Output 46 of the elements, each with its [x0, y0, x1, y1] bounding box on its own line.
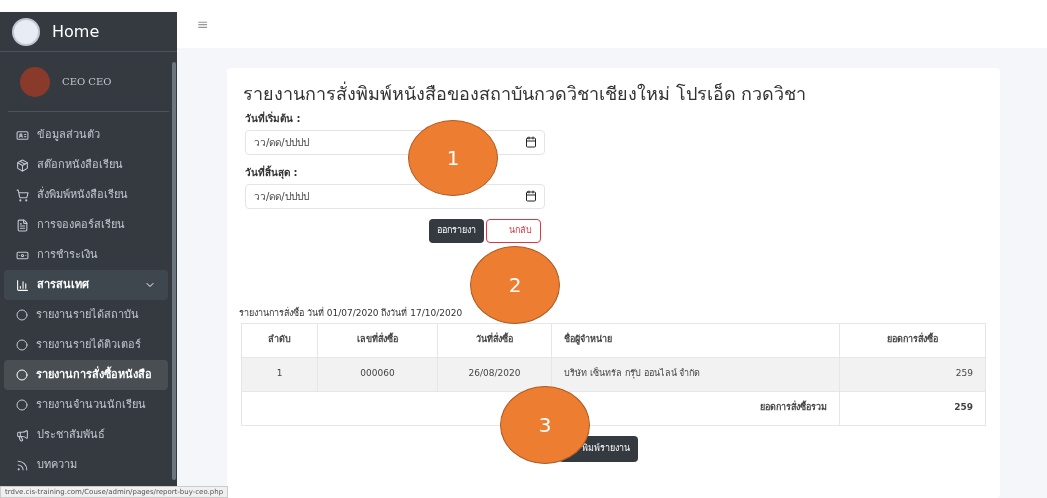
sidebar-item[interactable]: ประชาสัมพันธ์	[4, 420, 168, 450]
sidebar-item[interactable]: การชำระเงิน	[4, 240, 168, 270]
report-caption: รายงานการสั่งซื้อ วันที่ 01/07/2020 ถึงวันที่ 17/10/2020	[239, 307, 464, 320]
column-header: ยอดการสั่งซื้อ	[839, 323, 986, 357]
bar-chart-icon	[16, 278, 29, 292]
avatar	[20, 66, 50, 97]
circle-icon	[16, 369, 28, 381]
total-value: 259	[839, 391, 986, 425]
column-header: วันที่สั่งซื้อ	[437, 323, 552, 357]
sidebar-item[interactable]: สต๊อกหนังสือเรียน	[4, 150, 168, 180]
circle-icon	[16, 339, 28, 351]
calendar-icon[interactable]	[525, 190, 537, 202]
circle-icon	[16, 399, 28, 411]
scrollbar[interactable]	[172, 62, 176, 480]
sidebar-group[interactable]: สารสนเทศ	[4, 270, 168, 300]
field-label: วันที่สิ้นสุด :	[245, 165, 299, 180]
rss-icon	[16, 458, 29, 472]
brand-title[interactable]: Home	[52, 19, 100, 44]
sidebar-item[interactable]: สั่งพิมพ์หนังสือเรียน	[4, 180, 168, 210]
sidebar-subitem[interactable]: รายงานรายได้สถาบัน	[4, 300, 168, 330]
date-field[interactable]: วว/ดด/ปปปป	[245, 184, 545, 209]
sidebar-subitem[interactable]: รายงานจำนวนนักเรียน	[4, 390, 168, 420]
column-header: เลขที่สั่งซื้อ	[317, 323, 438, 357]
sidebar-item[interactable]: ข้อมูลส่วนตัว	[4, 120, 168, 150]
sidebar-item[interactable]: การจองคอร์สเรียน	[4, 210, 168, 240]
table-cell: 1	[241, 357, 318, 391]
back-button[interactable]: นกลับ	[486, 219, 541, 243]
megaphone-icon	[16, 428, 29, 442]
table-cell: 259	[839, 357, 986, 391]
sidebar-subitem[interactable]: รายงานการสั่งซื้อหนังสือ	[4, 360, 168, 390]
calendar-icon[interactable]	[525, 136, 537, 148]
document-icon	[16, 218, 29, 232]
box-icon	[16, 158, 29, 172]
user-name[interactable]: CEO CEO	[62, 74, 112, 89]
column-header: ชื่อผู้จำหน่าย	[551, 323, 840, 357]
report-title: รายงานการสั่งพิมพ์หนังสือของสถาบันกวดวิชาเชียงใหม่ โปรเอ็ด กวดวิชา	[243, 80, 808, 106]
cart-icon	[16, 188, 29, 202]
column-header: ลำดับ	[241, 323, 318, 357]
sidebar-item[interactable]: บทความ	[4, 450, 168, 480]
report-button[interactable]: ออกรายงา	[429, 219, 484, 243]
id-card-icon	[16, 128, 29, 142]
logo-icon	[12, 17, 40, 46]
circle-icon	[16, 309, 28, 321]
table-cell: 000060	[317, 357, 438, 391]
field-label: วันที่เริ่มต้น :	[245, 111, 302, 126]
sidebar-subitem[interactable]: รายงานรายได้ติวเตอร์	[4, 330, 168, 360]
